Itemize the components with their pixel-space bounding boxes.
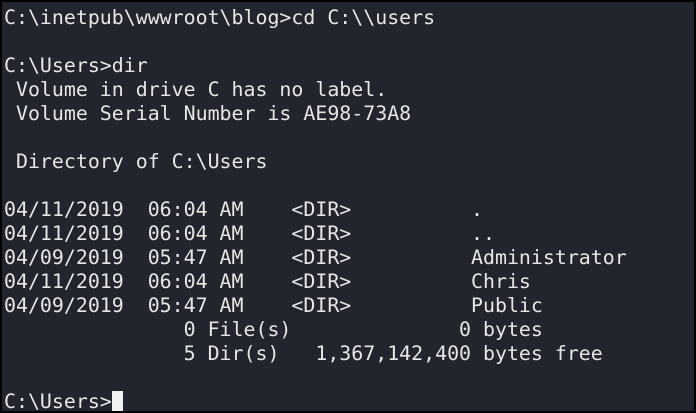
terminal-line: Directory of C:\Users	[4, 150, 268, 173]
terminal-window[interactable]: C:\inetpub\wwwroot\blog>cd C:\\users C:\U…	[2, 2, 694, 411]
terminal-line: 04/09/2019 05:47 AM <DIR> Public	[4, 294, 543, 317]
terminal-output: C:\inetpub\wwwroot\blog>cd C:\\users C:\U…	[4, 6, 627, 411]
terminal-line: 04/11/2019 06:04 AM <DIR> .	[4, 198, 484, 221]
terminal-line: Volume Serial Number is AE98-73A8	[4, 102, 412, 125]
terminal-line: 5 Dir(s) 1,367,142,400 bytes free	[4, 342, 603, 365]
terminal-line: 04/11/2019 06:04 AM <DIR> ..	[4, 222, 495, 245]
cursor	[111, 391, 123, 411]
terminal-line: 0 File(s) 0 bytes	[4, 318, 543, 341]
terminal-line: C:\inetpub\wwwroot\blog>cd C:\\users	[4, 6, 436, 29]
terminal-line: C:\Users>dir	[4, 54, 148, 77]
prompt-line[interactable]: C:\Users>	[4, 390, 627, 411]
terminal-line: 04/11/2019 06:04 AM <DIR> Chris	[4, 270, 531, 293]
prompt: C:\Users>	[4, 390, 112, 411]
terminal-line: Volume in drive C has no label.	[4, 78, 388, 101]
terminal-line: 04/09/2019 05:47 AM <DIR> Administrator	[4, 246, 627, 269]
